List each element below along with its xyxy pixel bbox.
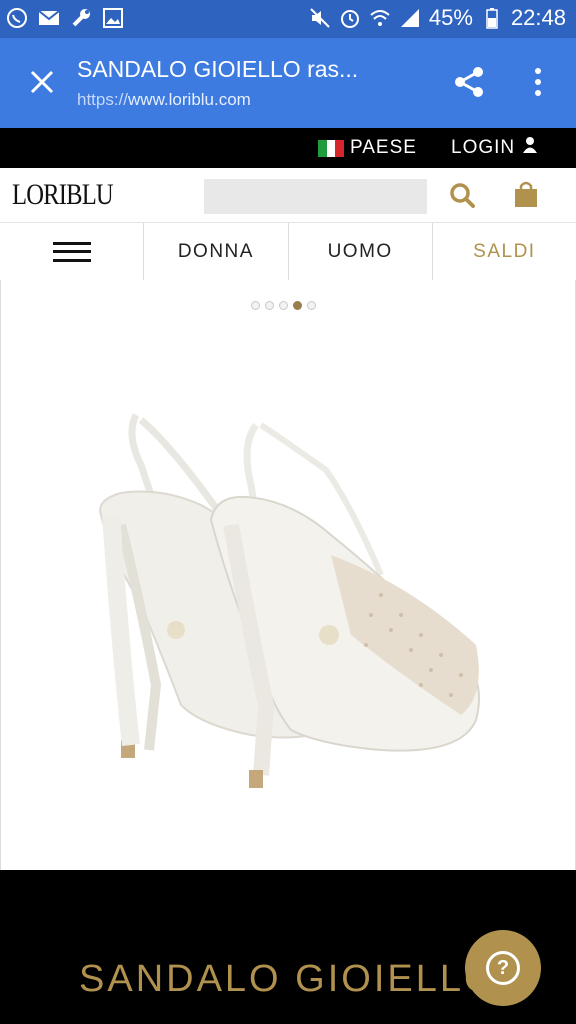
site-header: LORIBLU — [0, 168, 576, 223]
mail-icon — [38, 7, 60, 29]
country-selector[interactable]: PAESE — [318, 137, 417, 159]
alarm-icon — [339, 7, 361, 29]
url-host: www.loriblu.com — [128, 90, 251, 109]
carousel-dot[interactable] — [307, 301, 316, 310]
battery-icon — [481, 7, 503, 29]
carousel-indicator — [251, 301, 316, 310]
help-button[interactable]: ? — [465, 930, 541, 1006]
shopping-bag-icon[interactable] — [513, 180, 539, 208]
wifi-icon — [369, 7, 391, 29]
nav-item-saldi[interactable]: SALDI — [433, 223, 576, 280]
country-label: PAESE — [350, 137, 417, 158]
nav-item-uomo[interactable]: UOMO — [289, 223, 433, 280]
user-icon — [523, 137, 538, 159]
clock: 22:48 — [510, 5, 566, 30]
main-nav: DONNA UOMO SALDI — [0, 223, 576, 281]
hamburger-icon — [52, 241, 91, 262]
carousel-dot[interactable] — [251, 301, 260, 310]
battery-percent: 45% — [428, 5, 473, 30]
nav-item-donna[interactable]: DONNA — [144, 223, 289, 280]
url-protocol: https:// — [77, 90, 129, 109]
site-logo[interactable]: LORIBLU — [12, 178, 114, 212]
more-options-icon[interactable] — [526, 64, 550, 100]
search-icon[interactable] — [448, 181, 476, 209]
close-icon[interactable] — [22, 62, 62, 102]
whatsapp-icon — [6, 7, 28, 29]
mute-icon — [309, 7, 331, 29]
share-icon[interactable] — [452, 64, 488, 100]
product-gallery — [0, 280, 576, 870]
menu-button[interactable] — [0, 223, 145, 280]
login-link[interactable]: LOGIN — [451, 137, 538, 159]
utility-bar: PAESE LOGIN — [0, 128, 576, 168]
carousel-dot[interactable] — [279, 301, 288, 310]
search-input[interactable] — [204, 179, 427, 214]
italy-flag-icon — [318, 139, 345, 157]
status-bar: 45% 22:48 — [0, 0, 576, 38]
page-url: https://www.loriblu.com — [77, 90, 251, 110]
page-title: SANDALO GIOIELLO ras... — [77, 56, 359, 82]
signal-icon — [399, 7, 421, 29]
custom-tab-toolbar: SANDALO GIOIELLO ras... https://www.lori… — [0, 38, 576, 128]
wrench-icon — [70, 7, 92, 29]
login-label: LOGIN — [451, 137, 516, 158]
product-title: SANDALO GIOIELLO — [79, 958, 497, 1000]
product-image[interactable] — [81, 405, 501, 805]
question-icon: ? — [486, 951, 520, 985]
carousel-dot[interactable] — [293, 301, 302, 310]
image-icon — [102, 7, 124, 29]
carousel-dot[interactable] — [265, 301, 274, 310]
